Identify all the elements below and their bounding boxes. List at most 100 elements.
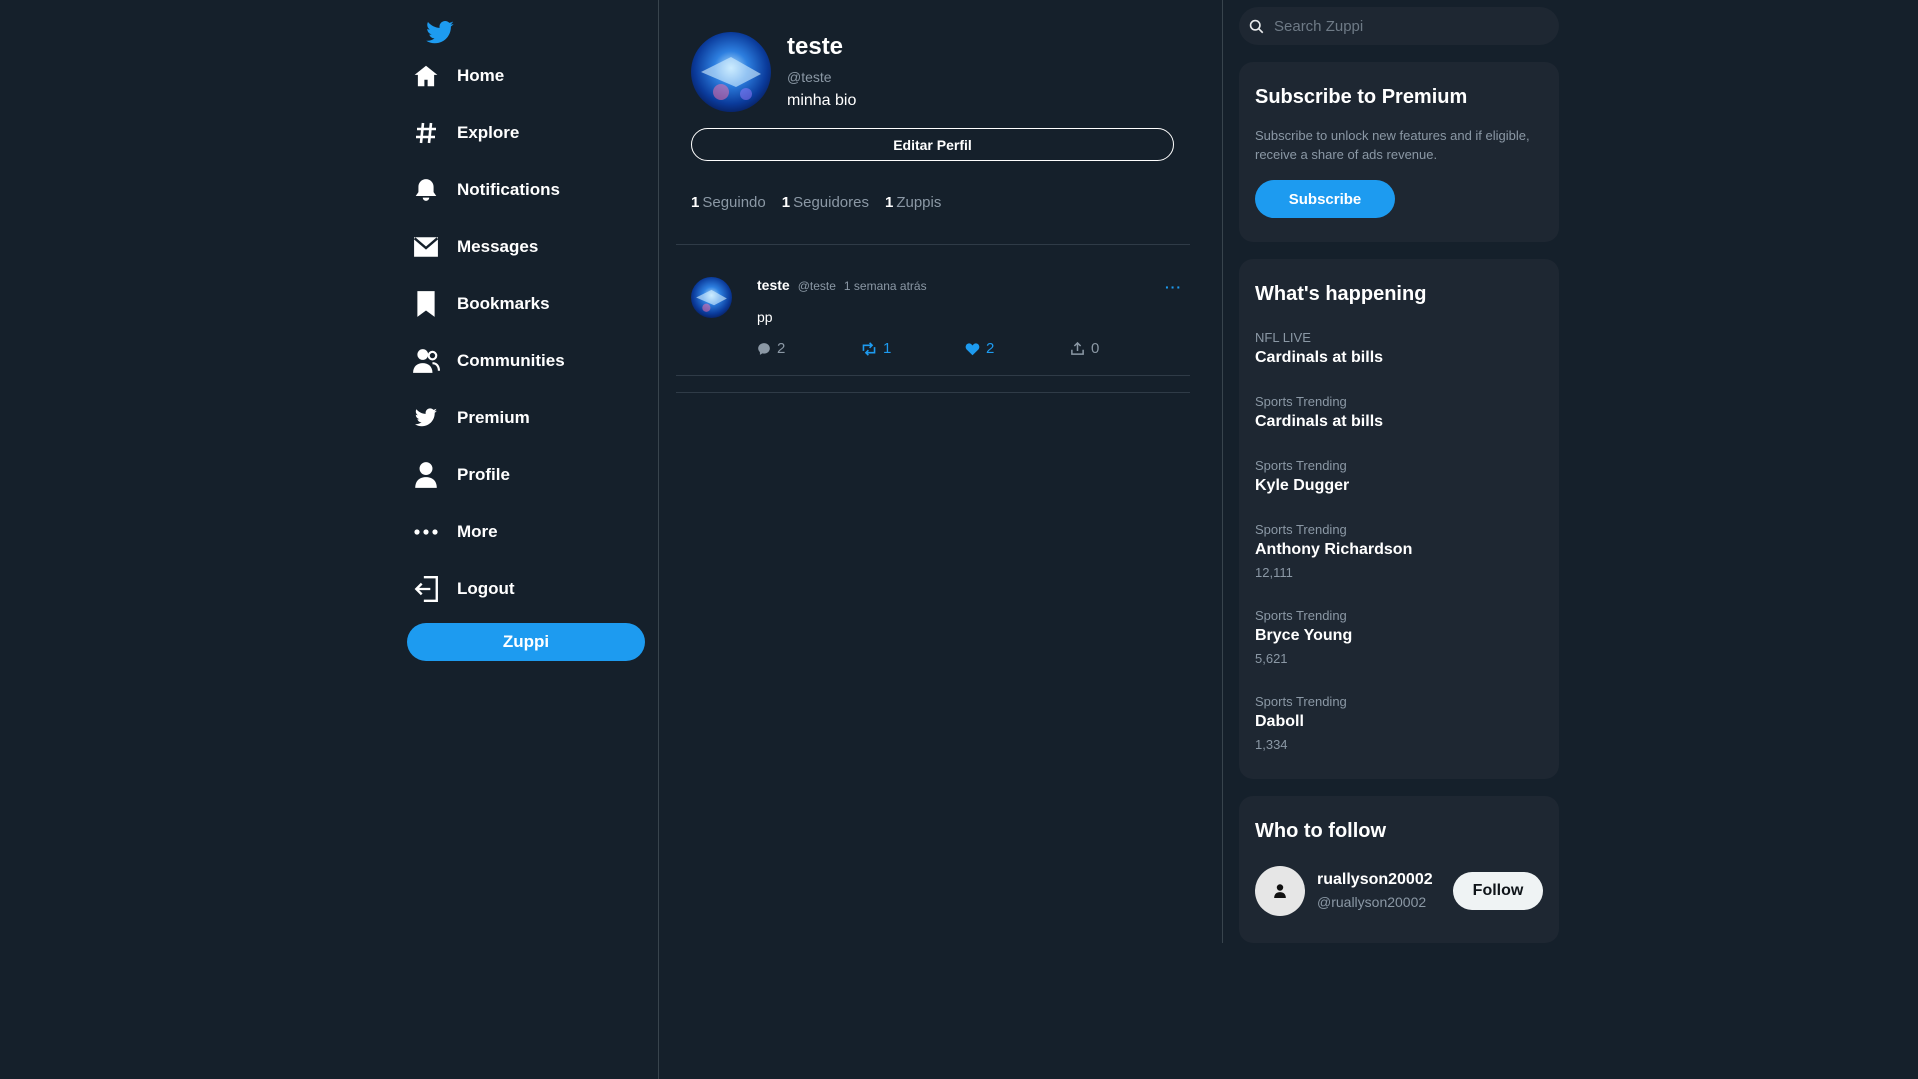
trend-count: 1,334 [1255, 737, 1288, 752]
bird-icon[interactable] [423, 18, 457, 48]
profile-avatar[interactable] [691, 32, 771, 112]
bird-icon [411, 403, 441, 433]
trend-item[interactable]: Sports Trending Daboll 1,334 [1255, 694, 1545, 752]
logout-icon [411, 574, 441, 604]
who-to-follow-card: Who to follow ruallyson20002 @ruallyson2… [1239, 796, 1559, 943]
retweet-icon [862, 341, 876, 356]
search-icon [1249, 19, 1264, 34]
post-avatar[interactable] [691, 277, 732, 318]
trend-title: Cardinals at bills [1255, 413, 1384, 430]
like-button[interactable]: 2 [965, 340, 994, 357]
edit-profile-button[interactable]: Editar Perfil [691, 128, 1174, 161]
nav-home-label: Home [457, 66, 505, 85]
nav-messages-label: Messages [457, 237, 539, 256]
trend-item[interactable]: Sports Trending Cardinals at bills [1255, 394, 1545, 431]
zuppi-compose-button[interactable]: Zuppi [407, 623, 645, 661]
reply-count: 2 [777, 340, 786, 357]
profile-handle: @teste [787, 69, 832, 85]
user-icon [1274, 884, 1286, 898]
trend-title: Bryce Young [1255, 627, 1353, 644]
search-bar[interactable] [1239, 7, 1559, 45]
nav-premium[interactable]: Premium [411, 398, 530, 438]
stat-followers[interactable]: 1 Seguidores [782, 194, 869, 211]
nav-notifications[interactable]: Notifications [411, 170, 560, 210]
user-icon [411, 460, 441, 490]
premium-title: Subscribe to Premium [1255, 86, 1468, 108]
trend-title: Kyle Dugger [1255, 477, 1350, 494]
envelope-icon [411, 232, 441, 262]
share-button[interactable]: 0 [1070, 340, 1099, 357]
trend-item[interactable]: Sports Trending Bryce Young 5,621 [1255, 608, 1545, 666]
post-text: pp [757, 309, 773, 325]
suggested-user-name[interactable]: ruallyson20002 [1317, 871, 1433, 889]
home-icon [411, 61, 441, 91]
premium-description: Subscribe to unlock new features and if … [1255, 128, 1530, 162]
divider [676, 244, 1190, 245]
trend-category: Sports Trending [1255, 522, 1347, 537]
stat-followers-label: Seguidores [793, 194, 869, 211]
nav-premium-label: Premium [457, 408, 530, 427]
left-divider [658, 0, 659, 1079]
premium-card: Subscribe to Premium Subscribe to unlock… [1239, 62, 1559, 242]
trend-category: NFL LIVE [1255, 330, 1311, 345]
stat-following-count: 1 [691, 194, 700, 211]
profile-bio: minha bio [787, 92, 857, 109]
stat-followers-count: 1 [781, 194, 791, 211]
bookmark-icon [411, 289, 441, 319]
nav-profile-label: Profile [457, 465, 510, 484]
trend-category: Sports Trending [1255, 694, 1347, 709]
stat-following-label: Seguindo [702, 194, 766, 211]
comment-icon [758, 342, 770, 355]
hashtag-icon [411, 118, 441, 148]
nav-bookmarks[interactable]: Bookmarks [411, 284, 550, 324]
rezuppi-button[interactable]: 1 [861, 340, 891, 357]
nav-explore[interactable]: Explore [411, 113, 519, 153]
trend-item[interactable]: NFL LIVE Cardinals at bills [1255, 330, 1545, 367]
whats-happening-title: What's happening [1255, 283, 1427, 305]
stat-zuppis[interactable]: 1 Zuppis [885, 194, 941, 211]
post-more-button[interactable]: ··· [1165, 279, 1182, 295]
nav-profile[interactable]: Profile [411, 455, 510, 495]
nav-logout-label: Logout [457, 579, 515, 598]
follow-button[interactable]: Follow [1453, 872, 1543, 910]
post-timestamp: 1 semana atrás [843, 279, 927, 293]
nav-messages[interactable]: Messages [411, 227, 538, 267]
nav-more[interactable]: More [411, 512, 498, 552]
trend-item[interactable]: Sports Trending Kyle Dugger [1255, 458, 1545, 495]
nav-more-label: More [457, 522, 498, 541]
reply-button[interactable]: 2 [757, 340, 785, 357]
stat-zuppis-label: Zuppis [896, 194, 942, 211]
divider [676, 375, 1190, 376]
post-author-handle: @teste [797, 279, 836, 293]
profile-name: teste [787, 33, 844, 60]
right-divider [1222, 0, 1223, 943]
like-count: 2 [986, 340, 995, 357]
stat-following[interactable]: 1 Seguindo [691, 194, 766, 211]
nav-explore-label: Explore [457, 123, 520, 142]
nav-logout[interactable]: Logout [411, 569, 515, 609]
share-count: 0 [1091, 340, 1100, 357]
trend-count: 12,111 [1255, 565, 1293, 580]
heart-icon [965, 342, 980, 355]
trend-category: Sports Trending [1255, 608, 1347, 623]
nav-communities-label: Communities [457, 351, 565, 370]
subscribe-button[interactable]: Subscribe [1255, 180, 1395, 218]
trend-category: Sports Trending [1255, 394, 1347, 409]
avatar[interactable] [1255, 866, 1305, 916]
bell-icon [411, 175, 441, 205]
post-header: teste @teste 1 semana atrás [757, 277, 927, 293]
profile-stats: 1 Seguindo 1 Seguidores 1 Zuppis [691, 194, 957, 211]
trend-title: Daboll [1255, 713, 1304, 730]
trend-category: Sports Trending [1255, 458, 1347, 473]
post-author-name[interactable]: teste [757, 277, 790, 293]
whats-happening-card: What's happening NFL LIVE Cardinals at b… [1239, 259, 1559, 779]
nav-home[interactable]: Home [411, 56, 504, 96]
trend-item[interactable]: Sports Trending Anthony Richardson 12,11… [1255, 522, 1545, 580]
nav-communities[interactable]: Communities [411, 341, 565, 381]
more-dots-icon [411, 517, 441, 547]
trend-title: Anthony Richardson [1255, 541, 1413, 558]
search-input[interactable] [1272, 16, 1546, 36]
rezuppi-count: 1 [883, 340, 892, 357]
users-icon [411, 346, 441, 376]
trend-count: 5,621 [1255, 651, 1288, 666]
